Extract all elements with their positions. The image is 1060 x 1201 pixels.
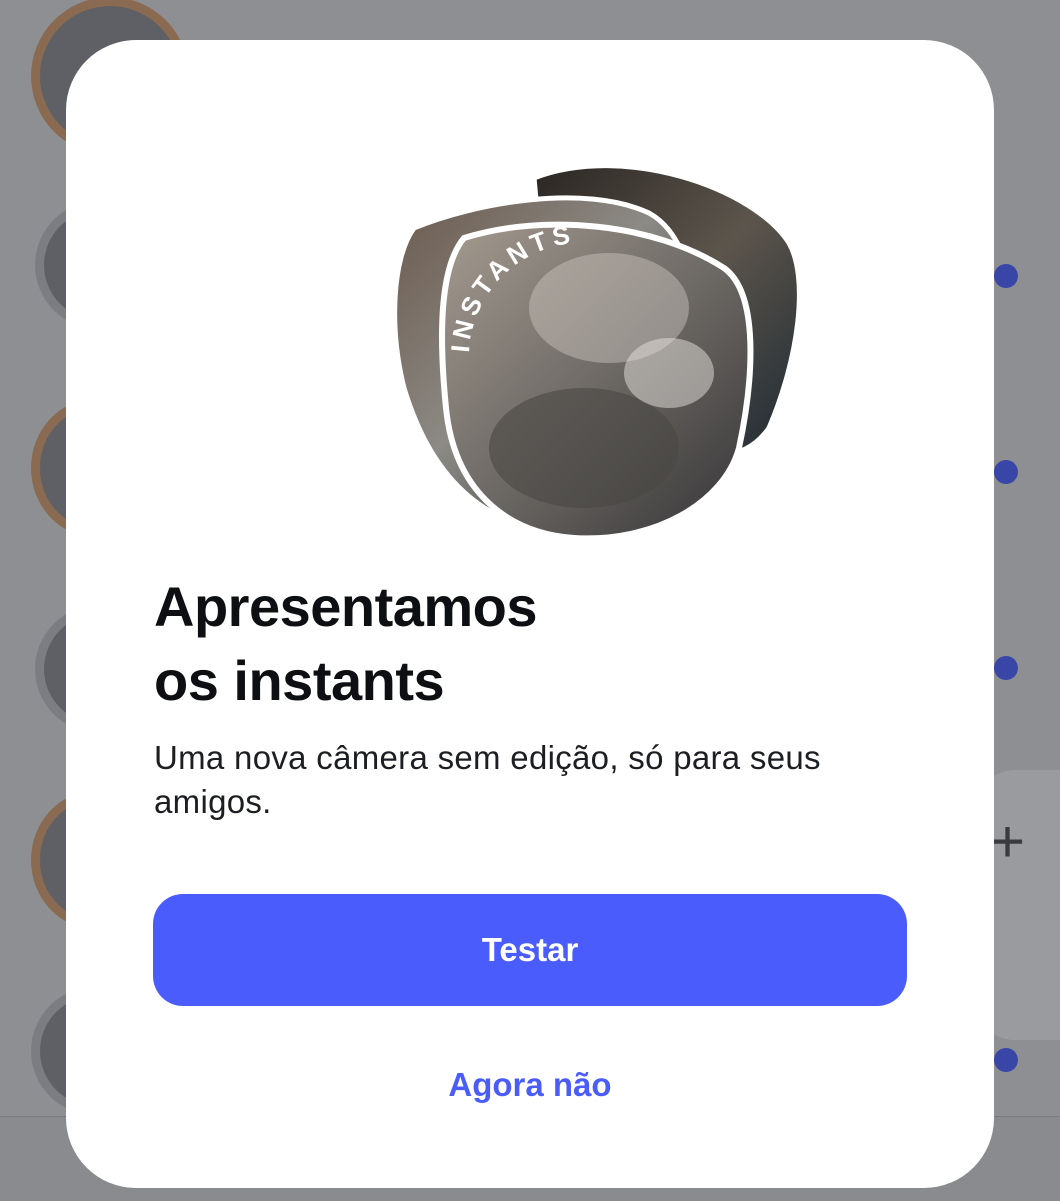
modal-subtitle: Uma nova câmera sem edição, só para seus… bbox=[154, 739, 821, 820]
photo-detail bbox=[489, 388, 679, 508]
intro-modal: INSTANTS Apresentamos os instants Uma no… bbox=[66, 40, 994, 1188]
plus-icon: + bbox=[990, 808, 1026, 875]
instants-hero-illustration: INSTANTS bbox=[394, 163, 802, 542]
unread-dot bbox=[994, 264, 1018, 288]
unread-dot bbox=[994, 656, 1018, 680]
modal-title: Apresentamos os instants bbox=[154, 575, 538, 712]
not-now-button[interactable]: Agora não bbox=[153, 1050, 907, 1120]
photo-detail bbox=[624, 338, 714, 408]
unread-dot bbox=[994, 1048, 1018, 1072]
unread-dot bbox=[994, 460, 1018, 484]
try-button[interactable]: Testar bbox=[153, 894, 907, 1006]
